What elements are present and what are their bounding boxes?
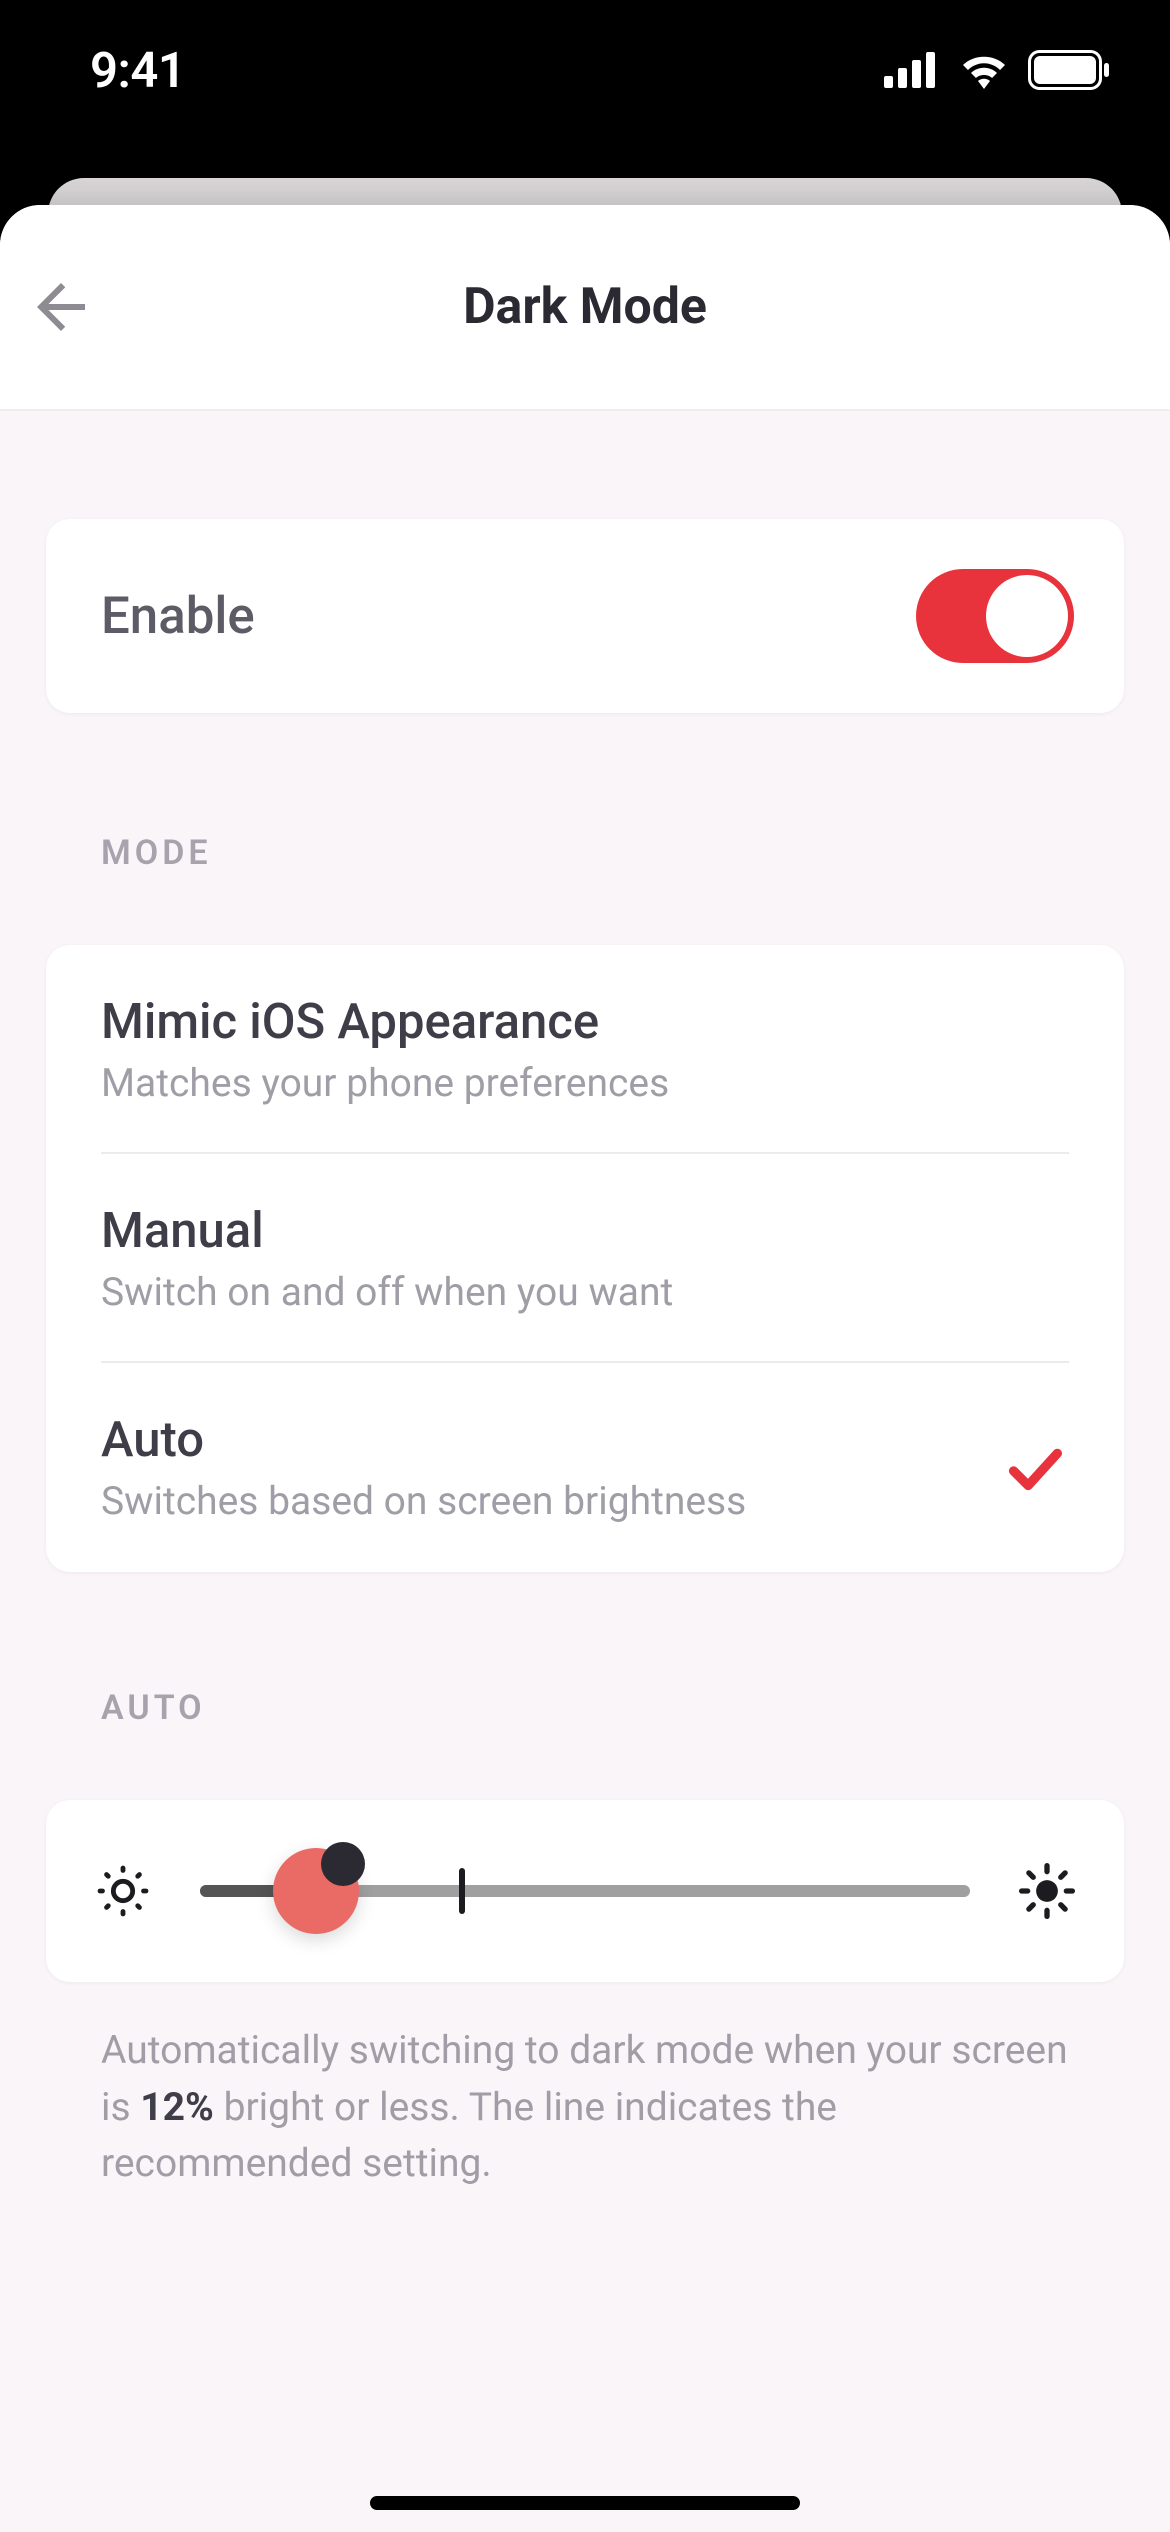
mode-title: Auto (101, 1411, 999, 1468)
mode-title: Manual (101, 1202, 1069, 1259)
arrow-left-icon (25, 271, 97, 343)
toggle-knob (986, 575, 1068, 657)
sheet-header: Dark Mode (0, 205, 1170, 411)
mode-subtitle: Switches based on screen brightness (101, 1478, 999, 1524)
check-icon (999, 1433, 1069, 1503)
auto-description: Automatically switching to dark mode whe… (46, 2022, 1124, 2192)
mode-list: Mimic iOS Appearance Matches your phone … (46, 945, 1124, 1572)
brightness-slider-card (46, 1800, 1124, 1982)
auto-desc-bold: 12% (140, 2084, 214, 2130)
settings-sheet: Dark Mode Enable MODE Mimic iOS Appearan… (0, 205, 1170, 2532)
mode-subtitle: Switch on and off when you want (101, 1269, 1069, 1315)
home-indicator[interactable] (370, 2496, 800, 2510)
mode-subtitle: Matches your phone preferences (101, 1060, 1069, 1106)
status-time: 9:41 (90, 42, 185, 99)
cellular-icon (884, 52, 940, 88)
mode-option-mimic[interactable]: Mimic iOS Appearance Matches your phone … (46, 945, 1124, 1154)
enable-row[interactable]: Enable (46, 519, 1124, 713)
mode-title: Mimic iOS Appearance (101, 993, 1069, 1050)
enable-label: Enable (101, 587, 255, 646)
back-button[interactable] (16, 262, 106, 352)
slider-thumb[interactable] (273, 1848, 359, 1934)
enable-toggle[interactable] (916, 569, 1074, 663)
brightness-slider[interactable] (200, 1866, 970, 1916)
status-bar: 9:41 (0, 0, 1170, 140)
wifi-icon (958, 51, 1010, 89)
auto-section-label: AUTO (101, 1688, 1124, 1728)
battery-icon (1028, 50, 1110, 90)
status-icons (884, 50, 1110, 90)
mode-option-auto[interactable]: Auto Switches based on screen brightness (46, 1363, 1124, 1572)
mode-section-label: MODE (101, 833, 1124, 873)
slider-recommended-mark (459, 1868, 465, 1914)
sun-low-icon (94, 1862, 152, 1920)
page-title: Dark Mode (0, 278, 1170, 336)
mode-option-manual[interactable]: Manual Switch on and off when you want (46, 1154, 1124, 1363)
sun-high-icon (1018, 1862, 1076, 1920)
